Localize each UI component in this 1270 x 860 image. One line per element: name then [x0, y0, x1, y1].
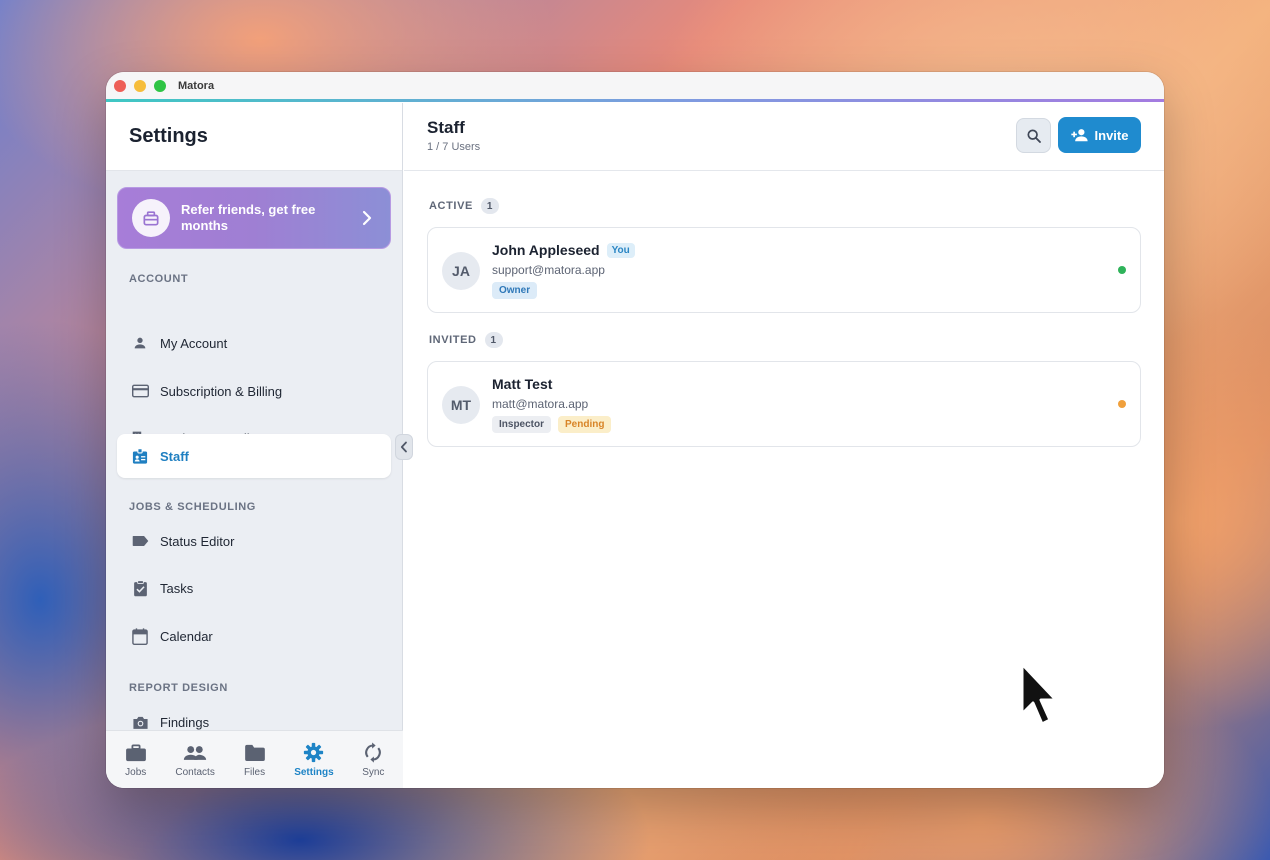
sidebar-header: Settings — [106, 103, 402, 171]
window-title: Matora — [178, 80, 215, 92]
mouse-pointer-icon — [1018, 662, 1062, 737]
sync-icon — [364, 742, 382, 764]
briefcase-icon — [125, 742, 147, 764]
tab-label: Contacts — [175, 766, 215, 778]
role-badge: Inspector — [492, 416, 552, 433]
sidebar-item-label: Calendar — [160, 628, 213, 644]
staff-card-matt-test[interactable]: MT Matt Test matt@matora.app Inspector P… — [427, 361, 1141, 447]
person-icon — [131, 334, 149, 352]
sidebar-item-label: Staff — [160, 448, 189, 464]
minimize-window-button[interactable] — [134, 80, 146, 92]
search-button[interactable] — [1016, 118, 1051, 153]
referral-banner[interactable]: Refer friends, get free months — [117, 187, 391, 249]
page-title: Staff — [427, 118, 465, 137]
sidebar-item-my-account[interactable]: My Account — [117, 321, 391, 365]
group-label-text: ACTIVE — [429, 200, 473, 212]
window-controls — [114, 80, 166, 92]
calendar-icon — [131, 627, 149, 645]
sidebar-item-status-editor[interactable]: Status Editor — [117, 519, 391, 563]
member-badges: Inspector Pending — [492, 416, 612, 433]
bottom-tab-bar: Jobs Contacts Files Settings Sync — [106, 730, 403, 788]
member-name: John Appleseed You — [492, 242, 635, 258]
referral-text: Refer friends, get free months — [181, 202, 316, 233]
invite-label: Invite — [1094, 127, 1129, 143]
member-email: support@matora.app — [492, 263, 605, 277]
tab-jobs[interactable]: Jobs — [106, 731, 165, 788]
member-email: matt@matora.app — [492, 397, 589, 411]
camera-icon — [131, 713, 149, 731]
invite-button[interactable]: Invite — [1058, 117, 1141, 153]
gift-icon — [132, 199, 170, 237]
tab-label: Sync — [362, 766, 385, 778]
sidebar-item-label: Findings — [160, 714, 210, 730]
chevron-right-icon — [362, 210, 372, 231]
add-person-icon — [1070, 129, 1088, 142]
app-window: Matora Settings Refer friends, get free … — [106, 72, 1164, 788]
label-icon — [131, 532, 149, 550]
section-account-label: ACCOUNT — [129, 273, 189, 285]
sidebar-item-label: Status Editor — [160, 533, 235, 549]
staff-card-john-appleseed[interactable]: JA John Appleseed You support@matora.app… — [427, 227, 1141, 313]
tab-label: Files — [243, 766, 266, 778]
main-header: Staff 1 / 7 Users Invite — [404, 103, 1164, 171]
section-report-design-label: REPORT DESIGN — [129, 682, 228, 694]
member-name: Matt Test — [492, 376, 552, 392]
tab-settings[interactable]: Settings — [284, 731, 343, 788]
sidebar: Settings Refer friends, get free months … — [106, 103, 403, 788]
tab-label: Settings — [294, 766, 334, 778]
sidebar-item-label: Tasks — [160, 580, 194, 596]
section-jobs-scheduling-label: JOBS & SCHEDULING — [129, 501, 256, 513]
avatar: MT — [442, 386, 480, 424]
user-count: 1 / 7 Users — [427, 141, 481, 153]
sidebar-item-tasks[interactable]: Tasks — [117, 566, 391, 610]
group-count: 1 — [480, 198, 499, 214]
sidebar-item-label: My Account — [160, 335, 228, 351]
close-window-button[interactable] — [114, 80, 126, 92]
badge-icon — [131, 447, 149, 465]
you-badge: You — [606, 242, 635, 258]
clipboard-check-icon — [131, 579, 149, 597]
active-status-dot — [1118, 266, 1126, 274]
group-active-label: ACTIVE 1 — [429, 198, 499, 214]
member-badges: Owner — [492, 282, 538, 299]
chevron-left-icon — [400, 441, 407, 453]
member-name-text: Matt Test — [492, 376, 553, 392]
group-label-text: INVITED — [429, 334, 477, 346]
tab-contacts[interactable]: Contacts — [165, 731, 224, 788]
role-badge: Owner — [492, 282, 538, 299]
sidebar-item-label: Subscription & Billing — [160, 383, 283, 399]
search-icon — [1026, 128, 1041, 143]
tab-files[interactable]: Files — [225, 731, 284, 788]
group-invited-label: INVITED 1 — [429, 332, 503, 348]
sidebar-item-staff[interactable]: Staff — [117, 434, 391, 478]
title-bar: Matora — [106, 72, 1164, 102]
sidebar-item-calendar[interactable]: Calendar — [117, 614, 391, 658]
tab-sync[interactable]: Sync — [344, 731, 403, 788]
collapse-sidebar-button[interactable] — [395, 434, 413, 460]
gear-icon — [303, 742, 324, 764]
sidebar-title: Settings — [129, 125, 208, 147]
tab-label: Jobs — [125, 766, 147, 778]
people-icon — [183, 742, 207, 764]
avatar: JA — [442, 252, 480, 290]
zoom-window-button[interactable] — [154, 80, 166, 92]
pending-status-dot — [1118, 400, 1126, 408]
credit-card-icon — [131, 382, 149, 400]
pending-badge: Pending — [558, 416, 612, 433]
folder-icon — [244, 742, 266, 764]
member-name-text: John Appleseed — [492, 242, 600, 258]
group-count: 1 — [484, 332, 503, 348]
sidebar-item-subscription-billing[interactable]: Subscription & Billing — [117, 369, 391, 413]
